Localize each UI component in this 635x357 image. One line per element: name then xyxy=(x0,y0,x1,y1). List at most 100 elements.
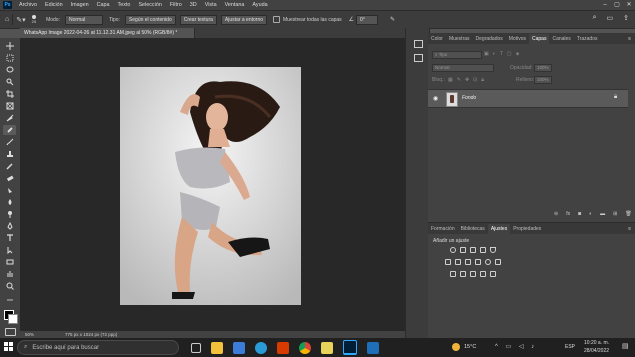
lock-all-icon[interactable]: 🔒︎ xyxy=(481,77,484,83)
photo-filter-icon[interactable] xyxy=(475,259,481,265)
windows-start-icon[interactable] xyxy=(4,342,13,351)
black-white-icon[interactable] xyxy=(465,259,471,265)
notifications-icon[interactable]: ▤ xyxy=(622,342,629,350)
adjustment-filter-icon[interactable]: ◐ xyxy=(493,51,496,57)
blur-tool-icon[interactable] xyxy=(3,197,16,207)
lock-pixels-icon[interactable]: ✎ xyxy=(457,77,461,83)
curves-icon[interactable] xyxy=(470,247,476,253)
layer-mask-icon[interactable]: ◙ xyxy=(578,211,581,217)
layer-name[interactable]: Fondo xyxy=(462,95,476,101)
clock-date[interactable]: 28/04/2022 xyxy=(584,348,609,354)
tab-color[interactable]: Color xyxy=(428,34,446,44)
tab-trazados[interactable]: Trazados xyxy=(574,34,601,44)
link-layers-icon[interactable]: ⊖ xyxy=(554,211,558,217)
hand-tool-icon[interactable] xyxy=(3,269,16,279)
shape-filter-icon[interactable]: ▢ xyxy=(507,51,512,57)
quick-selection-tool-icon[interactable] xyxy=(3,77,16,87)
panel-menu-icon[interactable]: ≡ xyxy=(628,34,631,44)
background-color-swatch[interactable] xyxy=(8,314,18,324)
tab-ajustes[interactable]: Ajustes xyxy=(487,224,511,234)
lock-artboard-icon[interactable]: ⊡ xyxy=(473,77,477,83)
sample-all-layers-checkbox[interactable] xyxy=(273,16,281,23)
edge-icon[interactable] xyxy=(255,341,267,354)
rectangle-tool-icon[interactable] xyxy=(3,257,16,267)
type-tool-icon[interactable] xyxy=(3,233,16,243)
history-panel-icon[interactable] xyxy=(414,40,423,48)
layer-filter-input[interactable]: ⌕ Tipo xyxy=(432,51,482,59)
frame-tool-icon[interactable] xyxy=(3,101,16,111)
levels-icon[interactable] xyxy=(460,247,466,253)
color-lookup-icon[interactable] xyxy=(495,259,501,265)
tab-canales[interactable]: Canales xyxy=(549,34,573,44)
smart-object-filter-icon[interactable]: ◈ xyxy=(516,51,520,57)
file-explorer-icon[interactable] xyxy=(211,341,223,354)
pressure-icon[interactable]: ✎ xyxy=(390,16,395,23)
layer-row[interactable]: ◉ Fondo 🔒︎ xyxy=(428,89,628,108)
store-icon[interactable] xyxy=(233,341,245,354)
eraser-tool-icon[interactable] xyxy=(3,173,16,183)
share-icon[interactable]: ⇪ xyxy=(623,14,629,22)
new-group-icon[interactable]: ▬ xyxy=(600,211,605,217)
tab-formacion[interactable]: Formación xyxy=(428,224,458,234)
close-icon[interactable]: ✕ xyxy=(623,0,635,10)
menu-vista[interactable]: Vista xyxy=(201,2,221,8)
move-tool-icon[interactable] xyxy=(3,41,16,51)
tab-capas[interactable]: Capas xyxy=(529,34,550,44)
panel-menu-icon[interactable]: ≡ xyxy=(628,224,631,234)
delete-layer-icon[interactable]: 🗑︎ xyxy=(625,211,631,217)
new-layer-icon[interactable]: ⊞ xyxy=(613,211,617,217)
quick-mask-icon[interactable] xyxy=(5,328,16,336)
weather-temp[interactable]: 15°C xyxy=(464,344,476,350)
taskbar-search-input[interactable]: ⌕ Escribe aquí para buscar xyxy=(17,340,179,355)
adjustment-layer-icon[interactable]: ◐ xyxy=(589,211,592,217)
pen-tool-icon[interactable] xyxy=(3,221,16,231)
menu-filtro[interactable]: Filtro xyxy=(166,2,186,8)
document-image[interactable] xyxy=(120,67,301,305)
angle-input[interactable]: 0° xyxy=(356,14,379,25)
edit-toolbar-icon[interactable] xyxy=(3,295,16,305)
photoshop-taskbar-icon[interactable] xyxy=(343,340,357,355)
task-view-icon[interactable] xyxy=(191,342,201,353)
menu-seleccion[interactable]: Selección xyxy=(134,2,165,8)
minimize-icon[interactable]: – xyxy=(599,0,611,10)
menu-capa[interactable]: Capa xyxy=(93,2,114,8)
language-indicator[interactable]: ESP xyxy=(565,344,575,350)
menu-texto[interactable]: Texto xyxy=(114,2,135,8)
brightness-contrast-icon[interactable] xyxy=(450,247,456,253)
patch-tool-preset-icon[interactable]: ✎▾ xyxy=(16,16,25,24)
tab-degradados[interactable]: Degradados xyxy=(473,34,506,44)
clock-time[interactable]: 10:20 a. m. xyxy=(584,340,609,346)
zoom-level[interactable]: 50% xyxy=(25,332,55,337)
channel-mixer-icon[interactable] xyxy=(485,259,491,265)
type-content-aware-button[interactable]: Según el contenido xyxy=(124,14,176,25)
vibrance-icon[interactable] xyxy=(490,247,496,253)
document-tab[interactable]: WhatsApp Image 2022-04-26 at 11.12.31 AM… xyxy=(20,28,195,38)
clone-stamp-tool-icon[interactable] xyxy=(3,149,16,159)
sticky-notes-icon[interactable] xyxy=(321,341,333,354)
tab-motivos[interactable]: Motivos xyxy=(506,34,529,44)
menu-3d[interactable]: 3D xyxy=(186,2,201,8)
menu-edicion[interactable]: Edición xyxy=(41,2,67,8)
home-icon[interactable]: ⌂ xyxy=(5,16,9,23)
workspace-icon[interactable]: ▭ xyxy=(607,14,614,22)
tab-muestras[interactable]: Muestras xyxy=(446,34,473,44)
type-create-texture-button[interactable]: Crear textura xyxy=(179,14,217,25)
type-filter-icon[interactable]: T xyxy=(500,51,503,57)
office-icon[interactable] xyxy=(277,341,289,354)
maximize-icon[interactable]: ▢ xyxy=(611,0,623,10)
eye-icon[interactable]: ◉ xyxy=(433,95,438,102)
opacity-input[interactable]: 100% xyxy=(534,64,552,72)
selective-color-icon[interactable] xyxy=(490,271,496,277)
exposure-icon[interactable] xyxy=(480,247,486,253)
path-selection-tool-icon[interactable] xyxy=(3,245,16,255)
menu-archivo[interactable]: Archivo xyxy=(15,2,41,8)
crop-tool-icon[interactable] xyxy=(3,89,16,99)
mode-select[interactable]: Normal xyxy=(64,14,103,25)
menu-imagen[interactable]: Imagen xyxy=(67,2,93,8)
fill-input[interactable]: 100% xyxy=(534,76,552,84)
dodge-tool-icon[interactable] xyxy=(3,209,16,219)
type-proximity-match-button[interactable]: Ajustar a entorno xyxy=(220,14,268,25)
tab-propiedades[interactable]: Propiedades xyxy=(510,224,544,234)
brush-tool-icon[interactable] xyxy=(3,137,16,147)
posterize-icon[interactable] xyxy=(460,271,466,277)
